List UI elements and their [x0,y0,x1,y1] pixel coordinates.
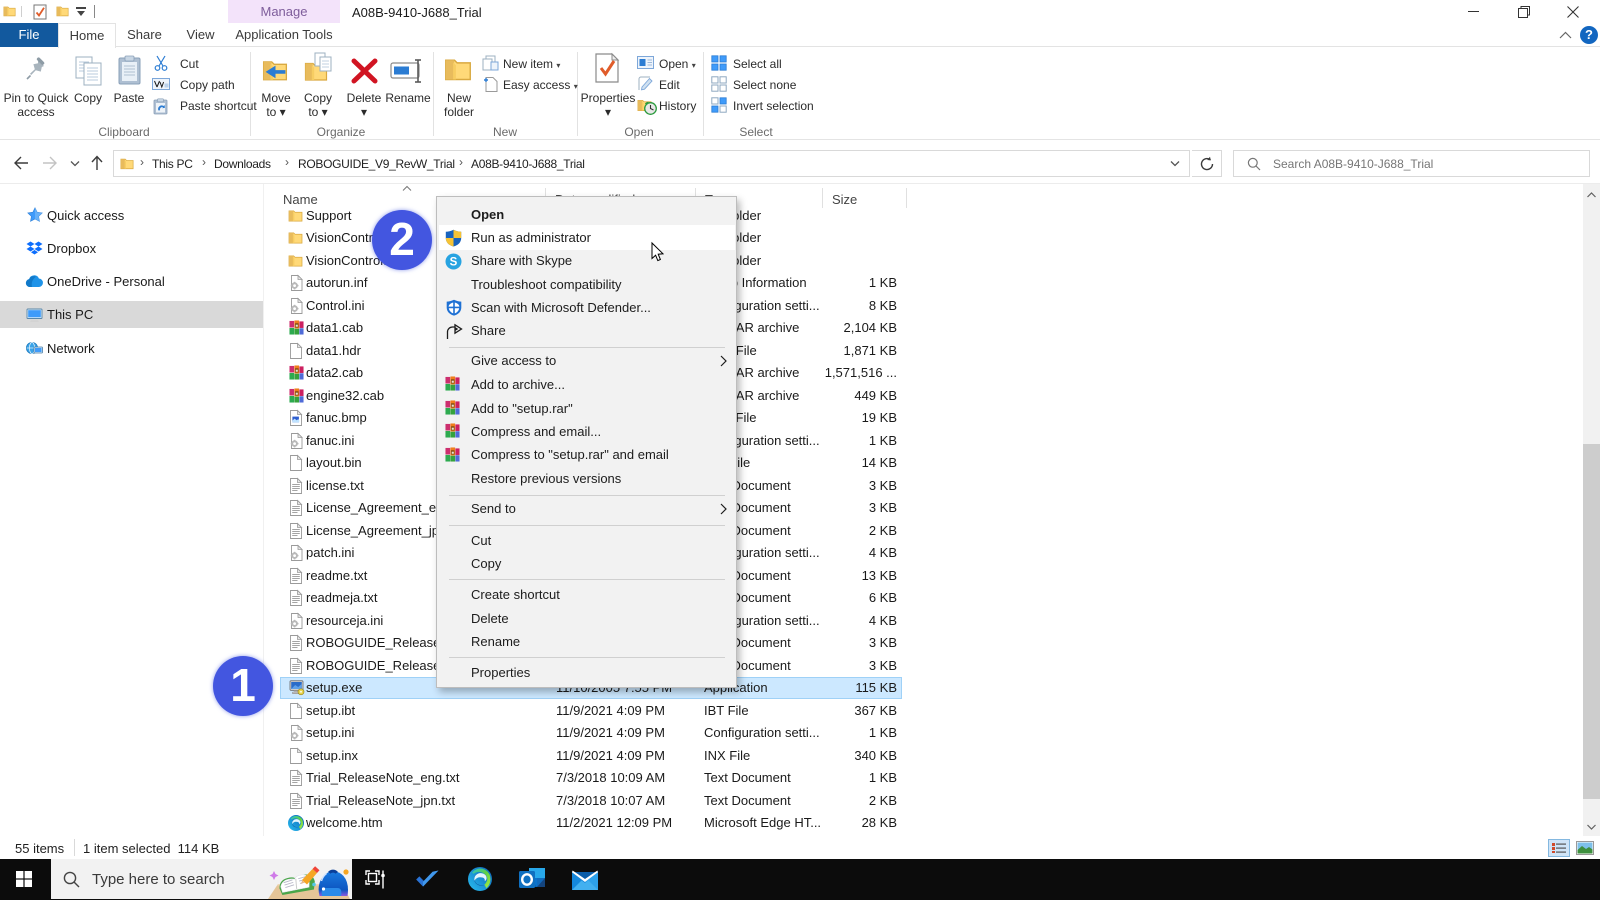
svg-text:S: S [450,256,458,268]
